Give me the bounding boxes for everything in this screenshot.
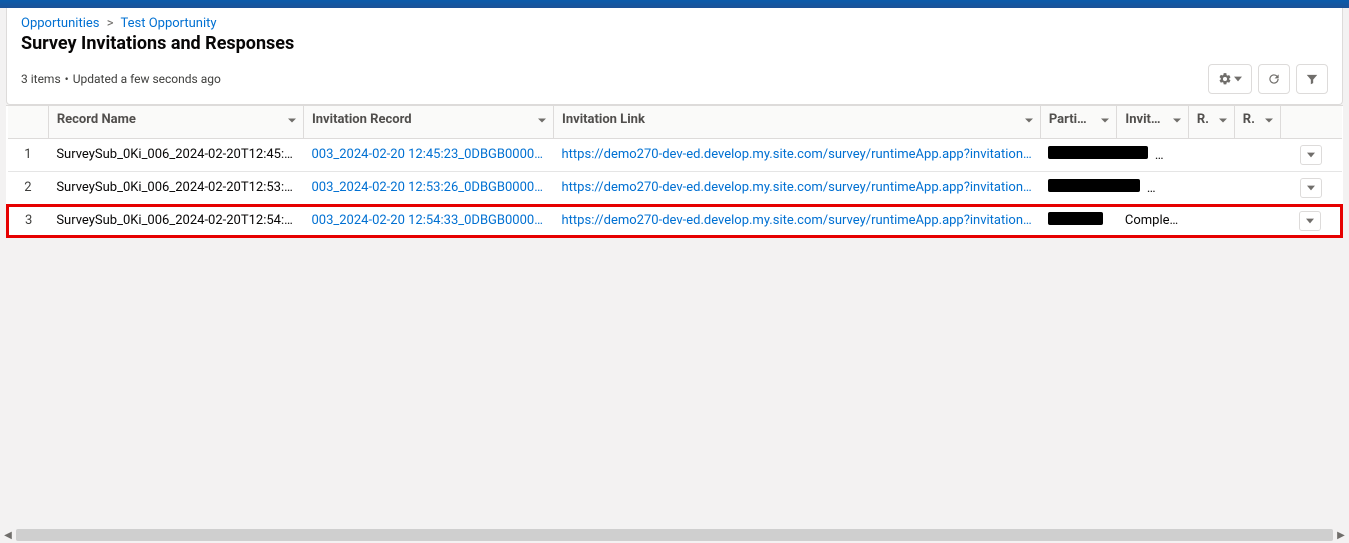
app-header-bar	[0, 0, 1349, 8]
invitation-record-link[interactable]: 003_2024-02-20 12:53:26_0DBGB000000hv3S	[311, 180, 545, 195]
refresh-icon	[1267, 72, 1281, 86]
invitation-link[interactable]: https://demo270-dev-ed.develop.my.site.c…	[562, 180, 1033, 195]
redacted-text	[1048, 179, 1140, 192]
col-header-r1[interactable]: R...	[1188, 106, 1234, 138]
row-number: 1	[8, 138, 49, 171]
redacted-text	[1048, 212, 1103, 225]
cell-invitation-record: 003_2024-02-20 12:53:26_0DBGB000000hv3S	[303, 171, 553, 205]
page-title: Survey Invitations and Responses	[7, 33, 1342, 60]
cell-invitation-record: 003_2024-02-20 12:45:23_0DBGB000000hv3S	[303, 138, 553, 171]
table-header-row: Record Name Invitation Record Invitation…	[8, 106, 1342, 138]
scroll-thumb[interactable]	[16, 529, 1333, 541]
row-action-button[interactable]	[1300, 145, 1322, 165]
caret-down-icon	[1306, 217, 1314, 225]
cell-actions	[1280, 138, 1341, 171]
caret-down-icon	[1234, 75, 1242, 83]
table-row-highlighted: 3 SurveySub_0Ki_006_2024-02-20T12:54:33.…	[8, 205, 1342, 236]
chevron-down-icon	[287, 114, 297, 129]
redacted-text	[1155, 146, 1189, 159]
col-header-label: R...	[1197, 112, 1208, 127]
filter-button[interactable]	[1296, 64, 1328, 94]
cell-r1	[1188, 171, 1234, 205]
cell-invitation-link: https://demo270-dev-ed.develop.my.site.c…	[554, 171, 1041, 205]
page-header-card: Opportunities > Test Opportunity Survey …	[6, 8, 1343, 105]
invitation-link[interactable]: https://demo270-dev-ed.develop.my.site.c…	[562, 147, 1033, 162]
invitation-link[interactable]: https://demo270-dev-ed.develop.my.site.c…	[562, 213, 1033, 228]
chevron-down-icon	[537, 114, 547, 129]
cell-participant	[1040, 205, 1117, 236]
meta-dot: •	[65, 72, 69, 86]
breadcrumb: Opportunities > Test Opportunity	[7, 8, 1342, 33]
breadcrumb-child-link[interactable]: Test Opportunity	[121, 16, 217, 31]
updated-ago: Updated a few seconds ago	[73, 72, 221, 86]
cell-r2	[1234, 171, 1280, 205]
row-action-button[interactable]	[1300, 178, 1322, 198]
redacted-text	[1147, 179, 1189, 192]
row-action-button[interactable]	[1299, 211, 1321, 231]
col-header-participant[interactable]: Partici...	[1040, 106, 1117, 138]
chevron-down-icon	[1024, 114, 1034, 129]
row-number: 3	[8, 205, 49, 236]
scroll-left-arrow[interactable]: ◀	[0, 527, 16, 543]
cell-r1	[1188, 205, 1234, 236]
breadcrumb-separator: >	[107, 16, 114, 31]
chevron-down-icon	[1264, 114, 1274, 129]
scroll-track[interactable]	[16, 529, 1333, 541]
redacted-text	[1048, 146, 1148, 159]
col-header-actions	[1280, 106, 1341, 138]
cell-participant	[1040, 171, 1188, 205]
col-header-invitation-record[interactable]: Invitation Record	[303, 106, 553, 138]
col-header-invitation-status[interactable]: Invita...	[1117, 106, 1188, 138]
data-table: Record Name Invitation Record Invitation…	[6, 105, 1343, 238]
scroll-right-arrow[interactable]: ▶	[1333, 527, 1349, 543]
col-header-rownum	[8, 106, 49, 138]
chevron-down-icon	[1218, 114, 1228, 129]
cell-invitation-link: https://demo270-dev-ed.develop.my.site.c…	[554, 205, 1041, 236]
cell-invitation-status: Completed	[1117, 205, 1188, 236]
horizontal-scrollbar[interactable]: ◀ ▶	[0, 527, 1349, 543]
cell-actions	[1280, 171, 1341, 205]
col-header-r2[interactable]: R...	[1234, 106, 1280, 138]
cell-invitation-record: 003_2024-02-20 12:54:33_0DBGB000000hv3S	[303, 205, 553, 236]
cell-invitation-link: https://demo270-dev-ed.develop.my.site.c…	[554, 138, 1041, 171]
col-header-label: Record Name	[57, 112, 136, 127]
col-header-label: Invitation Record	[312, 112, 412, 127]
caret-down-icon	[1307, 184, 1315, 192]
row-number: 2	[8, 171, 49, 205]
item-count: 3 items	[21, 72, 61, 86]
cell-record-name: SurveySub_0Ki_006_2024-02-20T12:54:33.89…	[48, 205, 303, 236]
chevron-down-icon	[1172, 114, 1182, 129]
refresh-button[interactable]	[1258, 64, 1290, 94]
col-header-label: R...	[1243, 112, 1254, 127]
cell-r2	[1234, 205, 1280, 236]
gear-icon	[1218, 72, 1232, 86]
col-header-label: Partici...	[1049, 112, 1091, 127]
cell-participant	[1040, 138, 1188, 171]
caret-down-icon	[1307, 151, 1315, 159]
col-header-label: Invitation Link	[562, 112, 645, 127]
col-header-invitation-link[interactable]: Invitation Link	[554, 106, 1041, 138]
col-header-label: Invita...	[1125, 112, 1161, 127]
table-row: 2 SurveySub_0Ki_006_2024-02-20T12:53:26.…	[8, 171, 1342, 205]
col-header-record-name[interactable]: Record Name	[48, 106, 303, 138]
cell-record-name: SurveySub_0Ki_006_2024-02-20T12:53:26.19…	[48, 171, 303, 205]
breadcrumb-parent-link[interactable]: Opportunities	[21, 16, 99, 31]
filter-icon	[1305, 72, 1319, 86]
table-row: 1 SurveySub_0Ki_006_2024-02-20T12:45:24.…	[8, 138, 1342, 171]
cell-actions	[1280, 205, 1341, 236]
invitation-record-link[interactable]: 003_2024-02-20 12:54:33_0DBGB000000hv3S	[311, 213, 545, 228]
chevron-down-icon	[1100, 114, 1110, 129]
meta-row: 3 items • Updated a few seconds ago	[7, 60, 1342, 104]
cell-r1	[1188, 138, 1234, 171]
cell-r2	[1234, 138, 1280, 171]
settings-button[interactable]	[1208, 64, 1252, 94]
invitation-record-link[interactable]: 003_2024-02-20 12:45:23_0DBGB000000hv3S	[311, 147, 545, 162]
cell-record-name: SurveySub_0Ki_006_2024-02-20T12:45:24.03…	[48, 138, 303, 171]
